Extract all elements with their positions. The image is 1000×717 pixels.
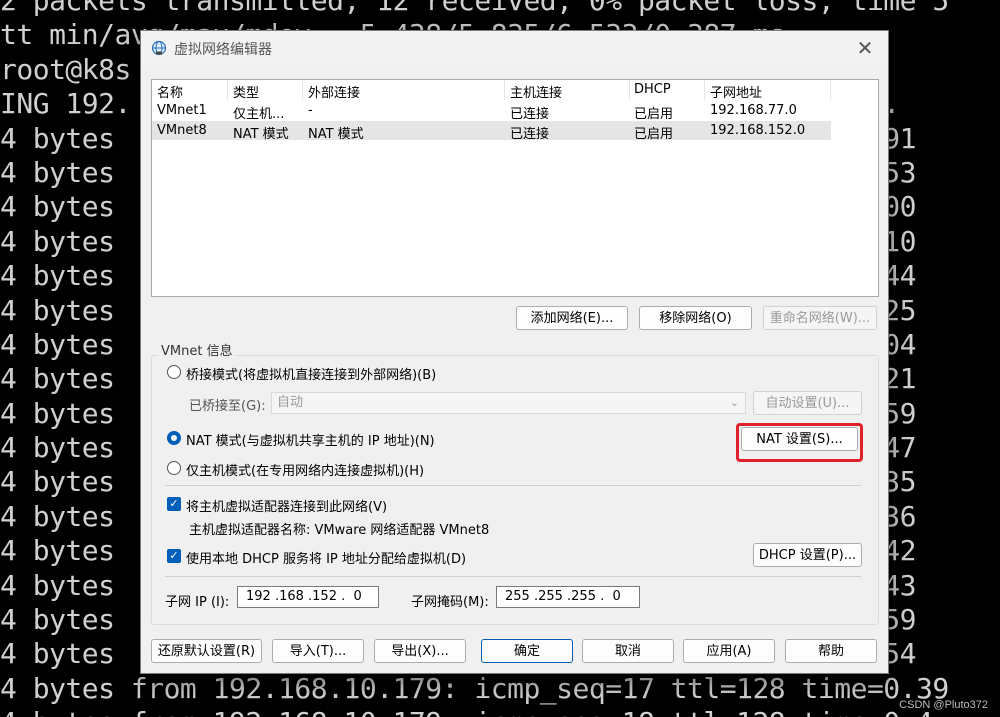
- table-row[interactable]: VMnet8 NAT 模式 NAT 模式 已连接 已启用 192.168.152…: [152, 121, 831, 142]
- bridged-to-select[interactable]: 自动 ⌄: [271, 392, 746, 414]
- divider: [165, 485, 861, 486]
- dhcp-label[interactable]: 使用本地 DHCP 服务将 IP 地址分配给虚拟机(D): [186, 548, 466, 567]
- dhcp-checkbox[interactable]: ✓: [167, 549, 181, 563]
- list-header: 名称 类型 外部连接 主机连接 DHCP 子网地址: [152, 80, 831, 101]
- subnet-ip-label: 子网 IP (I):: [165, 595, 230, 610]
- dialog-title: 虚拟网络编辑器: [174, 42, 272, 58]
- cell-external: -: [308, 103, 313, 118]
- bridged-to-value: 自动: [277, 395, 304, 410]
- nat-mode-label[interactable]: NAT 模式(与虚拟机共享主机的 IP 地址)(N): [186, 430, 435, 449]
- virtual-network-editor-dialog: 虚拟网络编辑器 ✕ 名称 类型 外部连接 主机连接 DHCP 子网地址 VMne…: [140, 30, 889, 674]
- highlight-box: [736, 423, 863, 462]
- cell-name: VMnet1: [157, 103, 207, 118]
- help-button[interactable]: 帮助: [785, 639, 877, 663]
- terminal-line: 2 packets transmitted, 12 received, 0% p…: [0, 0, 949, 17]
- connect-adapter-label[interactable]: 将主机虚拟适配器连接到此网络(V): [186, 496, 387, 515]
- connect-adapter-checkbox[interactable]: ✓: [167, 497, 181, 511]
- cell-type: NAT 模式: [233, 127, 289, 142]
- column-header-external[interactable]: 外部连接: [308, 82, 360, 101]
- bridged-mode-label[interactable]: 桥接模式(将虚拟机直接连接到外部网络)(B): [186, 364, 436, 383]
- column-header-type[interactable]: 类型: [233, 82, 259, 101]
- divider: [165, 576, 861, 577]
- close-icon[interactable]: ✕: [850, 35, 880, 61]
- cell-external: NAT 模式: [308, 127, 364, 142]
- nat-mode-radio[interactable]: [167, 431, 181, 445]
- bridged-to-label: 已桥接至(G):: [189, 399, 266, 414]
- column-header-host[interactable]: 主机连接: [510, 82, 562, 101]
- restore-defaults-button[interactable]: 还原默认设置(R): [151, 639, 262, 663]
- terminal-line: 4 bytes from 192.168.10.179: icmp_seq=18…: [0, 706, 1000, 717]
- add-network-button[interactable]: 添加网络(E)...: [516, 306, 628, 330]
- subnet-ip-input[interactable]: 192 .168 .152 . 0: [237, 586, 379, 608]
- import-button[interactable]: 导入(T)...: [272, 639, 364, 663]
- host-only-mode-label[interactable]: 仅主机模式(在专用网络内连接虚拟机)(H): [186, 460, 424, 479]
- auto-settings-button[interactable]: 自动设置(U)...: [753, 391, 862, 415]
- apply-button[interactable]: 应用(A): [683, 639, 775, 663]
- network-list[interactable]: 名称 类型 外部连接 主机连接 DHCP 子网地址 VMnet1 仅主机... …: [151, 79, 879, 297]
- adapter-name-text: 主机虚拟适配器名称: VMware 网络适配器 VMnet8: [189, 523, 490, 538]
- column-header-subnet[interactable]: 子网地址: [710, 82, 762, 101]
- cell-host: 已连接: [510, 107, 550, 122]
- bridged-mode-radio[interactable]: [167, 365, 181, 379]
- export-button[interactable]: 导出(X)...: [374, 639, 466, 663]
- title-bar[interactable]: 虚拟网络编辑器 ✕: [141, 31, 888, 65]
- cell-dhcp: 已启用: [634, 127, 674, 142]
- cell-subnet: 192.168.77.0: [710, 103, 797, 118]
- column-header-name[interactable]: 名称: [157, 82, 183, 101]
- cell-name: VMnet8: [157, 123, 207, 138]
- rename-network-button[interactable]: 重命名网络(W)...: [763, 306, 877, 330]
- column-header-dhcp[interactable]: DHCP: [634, 82, 671, 97]
- subnet-mask-label: 子网掩码(M):: [411, 595, 489, 610]
- globe-network-icon: [151, 40, 167, 56]
- cell-type: 仅主机...: [233, 107, 285, 122]
- subnet-mask-input[interactable]: 255 .255 .255 . 0: [496, 586, 640, 608]
- chevron-down-icon: ⌄: [729, 396, 739, 409]
- watermark: CSDN @Pluto372: [899, 699, 988, 711]
- host-only-mode-radio[interactable]: [167, 461, 181, 475]
- dhcp-settings-button[interactable]: DHCP 设置(P)...: [753, 543, 862, 567]
- table-row[interactable]: VMnet1 仅主机... - 已连接 已启用 192.168.77.0: [152, 101, 831, 122]
- cancel-button[interactable]: 取消: [582, 639, 674, 663]
- remove-network-button[interactable]: 移除网络(O): [639, 306, 752, 330]
- cell-subnet: 192.168.152.0: [710, 123, 806, 138]
- cell-dhcp: 已启用: [634, 107, 674, 122]
- ok-button[interactable]: 确定: [481, 639, 573, 663]
- terminal-line: 4 bytes from 192.168.10.179: icmp_seq=17…: [0, 671, 949, 705]
- cell-host: 已连接: [510, 127, 550, 142]
- vmnet-info-title: VMnet 信息: [158, 340, 236, 359]
